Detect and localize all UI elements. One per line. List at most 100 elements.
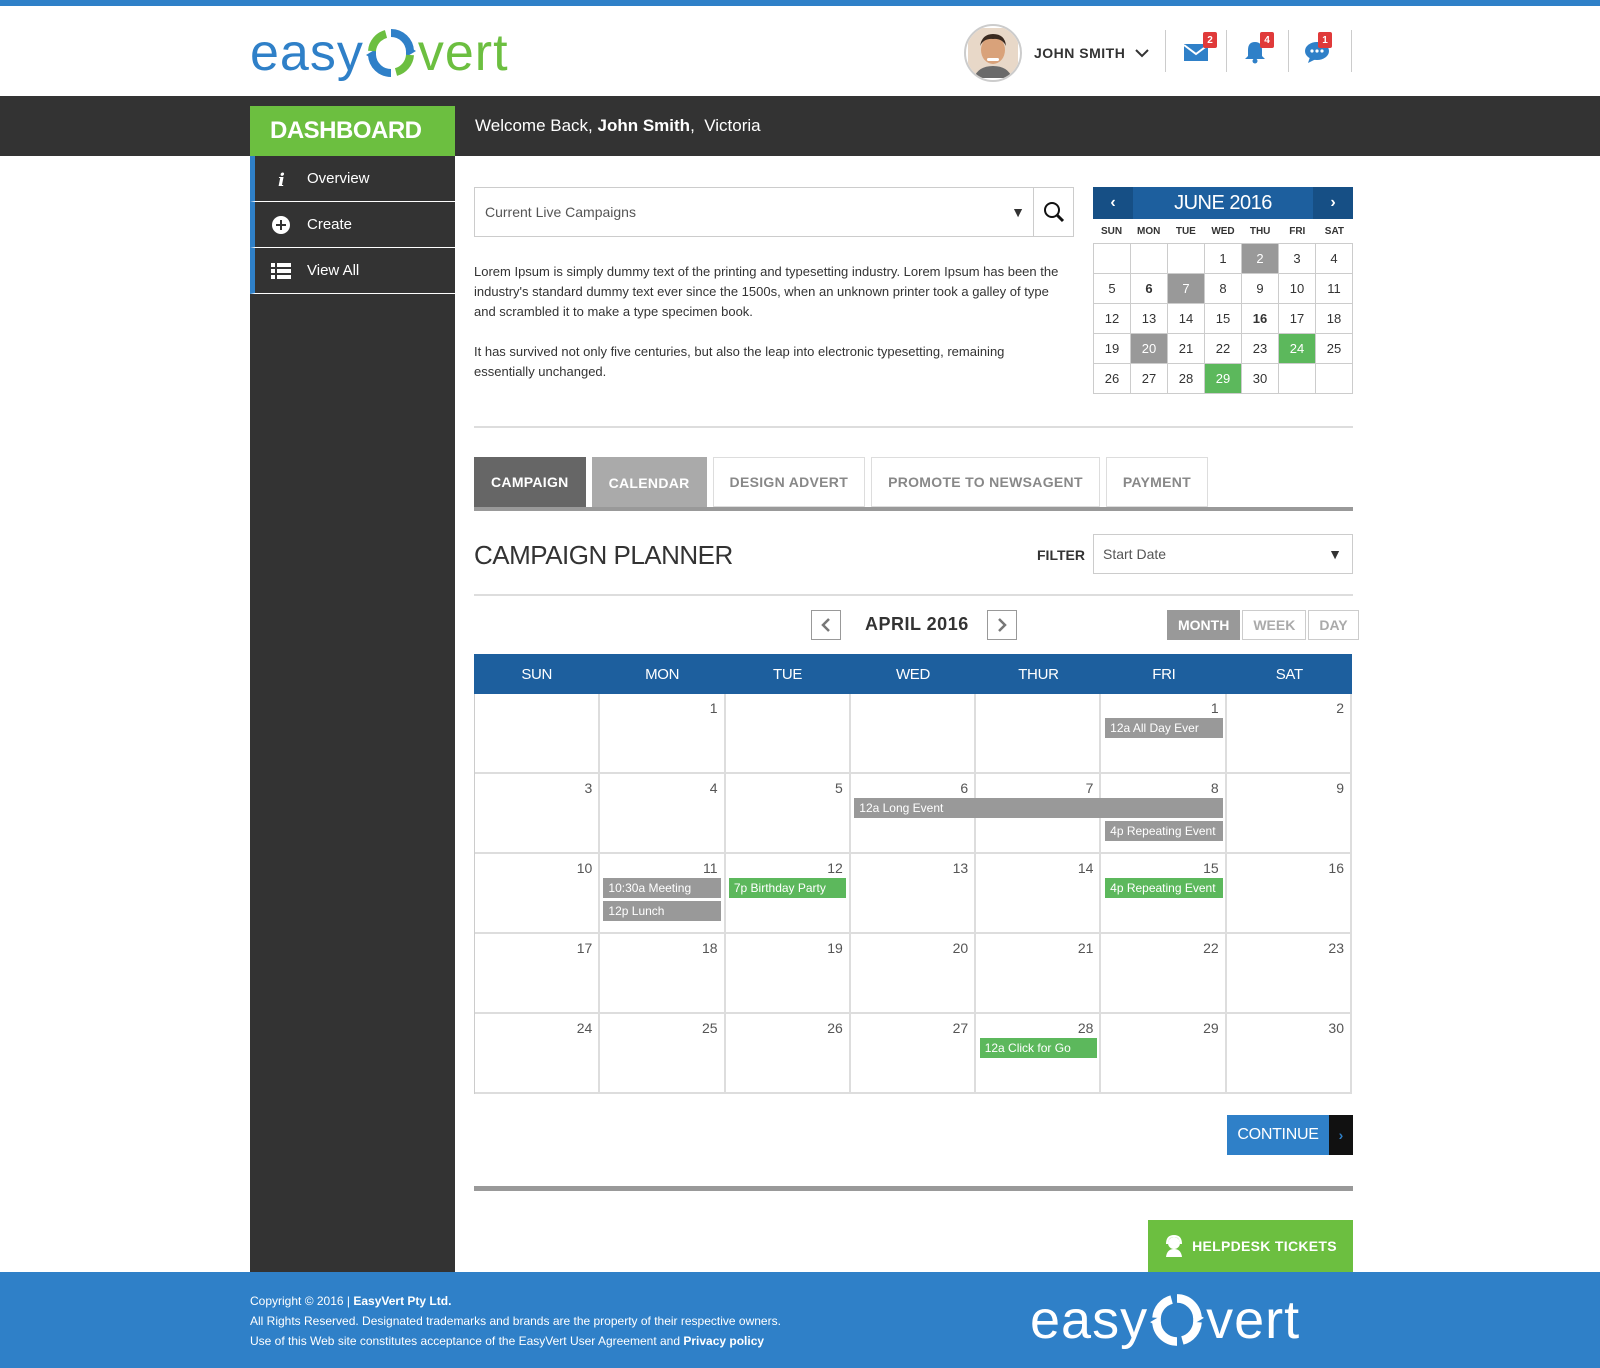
- mini-calendar-day[interactable]: 25: [1316, 334, 1353, 364]
- tab-calendar[interactable]: CALENDAR: [591, 457, 707, 507]
- mini-calendar-day[interactable]: 29: [1205, 364, 1242, 394]
- calendar-day-cell[interactable]: 24: [475, 1014, 601, 1094]
- campaign-select-value[interactable]: Current Live Campaigns: [475, 204, 1003, 220]
- mini-calendar-day[interactable]: 20: [1131, 334, 1168, 364]
- calendar-day-cell[interactable]: 13: [850, 854, 977, 934]
- user-menu[interactable]: JOHN SMITH: [964, 24, 1150, 82]
- mini-calendar-day[interactable]: 2: [1242, 244, 1279, 274]
- mini-calendar-day[interactable]: 30: [1242, 364, 1279, 394]
- mini-calendar-day[interactable]: 5: [1094, 274, 1131, 304]
- mini-calendar-day[interactable]: 9: [1242, 274, 1279, 304]
- view-week-button[interactable]: WEEK: [1242, 610, 1307, 640]
- calendar-event[interactable]: 7p Birthday Party: [728, 878, 847, 898]
- calendar-day-cell[interactable]: 30: [1226, 1014, 1352, 1094]
- mini-calendar-next-button[interactable]: ›: [1313, 187, 1353, 219]
- calendar-event[interactable]: 10:30a Meeting: [603, 878, 721, 898]
- calendar-day-cell[interactable]: [725, 694, 851, 774]
- prev-month-button[interactable]: [811, 610, 841, 640]
- sidebar-item-overview[interactable]: i Overview: [250, 156, 455, 202]
- tab-payment[interactable]: PAYMENT: [1105, 457, 1209, 507]
- notifications-button[interactable]: 4: [1244, 32, 1278, 68]
- mini-calendar-day[interactable]: 23: [1242, 334, 1279, 364]
- sidebar-item-create[interactable]: Create: [250, 202, 455, 248]
- calendar-day-cell[interactable]: 21: [976, 934, 1102, 1014]
- mini-calendar-day[interactable]: 27: [1131, 364, 1168, 394]
- calendar-day-cell[interactable]: 14: [976, 854, 1102, 934]
- caret-down-icon: ▼: [1328, 546, 1342, 562]
- calendar-day-cell[interactable]: 10: [475, 854, 601, 934]
- calendar-day-cell[interactable]: 25: [600, 1014, 726, 1094]
- mini-calendar-day[interactable]: 4: [1316, 244, 1353, 274]
- calendar-day-cell[interactable]: 1: [600, 694, 726, 774]
- calendar-event[interactable]: 12p Lunch: [603, 901, 721, 921]
- easyvert-logo[interactable]: easy vert: [250, 24, 509, 82]
- search-button[interactable]: [1033, 188, 1073, 236]
- mini-calendar-day[interactable]: 18: [1316, 304, 1353, 334]
- avatar[interactable]: [964, 24, 1022, 82]
- calendar-day-cell[interactable]: 17: [475, 934, 601, 1014]
- calendar-day-cell[interactable]: 16: [1226, 854, 1352, 934]
- sidebar-item-view-all[interactable]: View All: [250, 248, 455, 294]
- filter-select[interactable]: Start Date ▼: [1093, 534, 1353, 574]
- mini-calendar-day[interactable]: 16: [1242, 304, 1279, 334]
- privacy-policy-link[interactable]: Privacy policy: [683, 1334, 764, 1348]
- calendar-day-cell[interactable]: 3: [475, 774, 601, 854]
- weekday-label: FRI: [1152, 665, 1176, 683]
- calendar-day-cell[interactable]: 4: [600, 774, 726, 854]
- calendar-day-cell[interactable]: 19: [725, 934, 851, 1014]
- calendar-event[interactable]: 12a All Day Ever: [1105, 718, 1223, 738]
- calendar-day-cell[interactable]: [850, 694, 977, 774]
- calendar-event[interactable]: 12a Long Event: [854, 798, 1223, 818]
- user-name[interactable]: JOHN SMITH: [1034, 45, 1125, 61]
- calendar-day-cell[interactable]: 5: [725, 774, 851, 854]
- mini-calendar-prev-button[interactable]: ‹: [1093, 187, 1133, 219]
- mini-calendar-day[interactable]: 8: [1205, 274, 1242, 304]
- mini-calendar-day[interactable]: 15: [1205, 304, 1242, 334]
- mini-calendar-day[interactable]: 21: [1168, 334, 1205, 364]
- tab-design-advert[interactable]: DESIGN ADVERT: [712, 457, 866, 507]
- calendar-day-cell[interactable]: [475, 694, 601, 774]
- mini-calendar-day[interactable]: 13: [1131, 304, 1168, 334]
- calendar-day-cell[interactable]: [976, 694, 1102, 774]
- continue-button[interactable]: CONTINUE ›: [1227, 1115, 1353, 1155]
- calendar-day-cell[interactable]: 27: [850, 1014, 977, 1094]
- calendar-day-cell[interactable]: 18: [600, 934, 726, 1014]
- mini-calendar-day[interactable]: 10: [1279, 274, 1316, 304]
- calendar-event[interactable]: 4p Repeating Event: [1105, 821, 1223, 841]
- tab-promote-to-newsagent[interactable]: PROMOTE TO NEWSAGENT: [871, 457, 1100, 507]
- mini-calendar-day[interactable]: 3: [1279, 244, 1316, 274]
- mini-calendar-day[interactable]: 26: [1094, 364, 1131, 394]
- calendar-day-cell[interactable]: 29: [1101, 1014, 1227, 1094]
- mail-button[interactable]: 2: [1183, 32, 1217, 68]
- mini-calendar-day[interactable]: 24: [1279, 334, 1316, 364]
- mini-calendar-day[interactable]: 12: [1094, 304, 1131, 334]
- mini-calendar-day[interactable]: 11: [1316, 274, 1353, 304]
- mini-calendar-day[interactable]: 17: [1279, 304, 1316, 334]
- mini-calendar-day[interactable]: 19: [1094, 334, 1131, 364]
- next-month-button[interactable]: [987, 610, 1017, 640]
- calendar-day-cell[interactable]: 22: [1101, 934, 1227, 1014]
- calendar-day-cell[interactable]: 23: [1226, 934, 1352, 1014]
- calendar-event[interactable]: 4p Repeating Event: [1105, 878, 1223, 898]
- mini-calendar-day[interactable]: 7: [1168, 274, 1205, 304]
- campaign-search-select[interactable]: Current Live Campaigns ▼: [474, 187, 1074, 237]
- view-month-button[interactable]: MONTH: [1167, 610, 1241, 640]
- tab-campaign[interactable]: CAMPAIGN: [474, 457, 586, 507]
- caret-down-icon[interactable]: ▼: [1003, 204, 1033, 220]
- dashboard-button[interactable]: DASHBOARD: [250, 106, 455, 156]
- refresh-arrows-icon: [365, 28, 416, 78]
- mini-calendar-day[interactable]: 14: [1168, 304, 1205, 334]
- calendar-day-cell[interactable]: 26: [725, 1014, 851, 1094]
- mini-calendar-day[interactable]: 1: [1205, 244, 1242, 274]
- mini-calendar-day[interactable]: 6: [1131, 274, 1168, 304]
- chevron-down-icon[interactable]: [1135, 48, 1150, 58]
- messages-button[interactable]: 1: [1304, 32, 1338, 68]
- helpdesk-tickets-button[interactable]: HELPDESK TICKETS: [1148, 1220, 1353, 1272]
- calendar-day-cell[interactable]: 9: [1226, 774, 1352, 854]
- view-day-button[interactable]: DAY: [1308, 610, 1359, 640]
- mini-calendar-day[interactable]: 28: [1168, 364, 1205, 394]
- calendar-event[interactable]: 12a Click for Go: [979, 1038, 1098, 1058]
- mini-calendar-day[interactable]: 22: [1205, 334, 1242, 364]
- calendar-day-cell[interactable]: 20: [850, 934, 977, 1014]
- calendar-day-cell[interactable]: 2: [1226, 694, 1352, 774]
